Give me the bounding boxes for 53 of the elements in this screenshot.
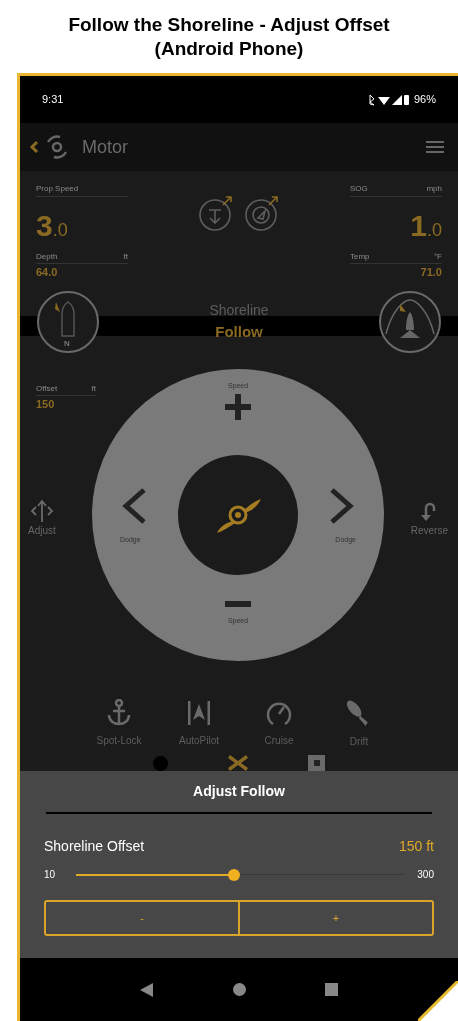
anchor-icon xyxy=(106,699,132,727)
readout-label: Prop Speed xyxy=(36,183,79,195)
stop-icon[interactable] xyxy=(308,755,325,771)
setting-value: 150 ft xyxy=(398,837,434,856)
mode-label[interactable]: AutoPilot xyxy=(179,733,219,748)
readout-value: 71.0 xyxy=(420,265,442,280)
page-title: Follow the Shoreline - Adjust Offset xyxy=(68,12,390,37)
readout-label: SOG xyxy=(350,183,368,195)
mode-label: Shoreline xyxy=(209,301,269,321)
slider-min: 10 xyxy=(44,868,57,882)
readout-value: 3.0 xyxy=(36,208,68,244)
step-button[interactable]: - xyxy=(46,902,238,934)
action-label[interactable]: Reverse xyxy=(410,523,448,538)
readout-unit: mph xyxy=(426,183,442,195)
slider-thumb[interactable] xyxy=(228,868,241,881)
recents-nav-icon[interactable] xyxy=(325,983,339,996)
action-label[interactable]: Adjust xyxy=(28,523,56,538)
split-arrow-icon[interactable] xyxy=(28,499,55,523)
step-button[interactable]: + xyxy=(238,902,432,934)
mode-value: Follow xyxy=(215,322,263,343)
mode-label[interactable]: Spot-Lock xyxy=(96,733,142,748)
right-chevron-icon[interactable] xyxy=(328,487,356,525)
back-icon[interactable] xyxy=(28,140,40,154)
motor-icon xyxy=(44,134,70,160)
navigation-arrow-icon xyxy=(186,699,212,727)
home-nav-icon[interactable] xyxy=(233,983,246,996)
readout-unit: °F xyxy=(433,251,442,263)
mode-label[interactable]: Cruise xyxy=(264,733,294,748)
offset-slider[interactable] xyxy=(76,868,406,881)
mode-label[interactable]: Drift xyxy=(349,734,369,749)
plus-icon[interactable] xyxy=(225,394,251,420)
readout-label: Depth xyxy=(36,251,58,263)
readout-unit: ft xyxy=(91,383,96,395)
page-title: (Android Phone) xyxy=(154,36,304,61)
boat-heading-icon[interactable]: N xyxy=(36,290,100,354)
corner-cut-drawing xyxy=(418,981,458,1021)
readout-unit: ft xyxy=(123,251,128,263)
screen-title: Motor xyxy=(82,135,128,159)
readout-value: 150 xyxy=(36,397,56,412)
left-chevron-icon[interactable] xyxy=(120,487,148,525)
readout-label: Temp xyxy=(350,251,370,263)
back-nav-icon[interactable] xyxy=(139,982,154,997)
readout-value: 1.0 xyxy=(410,208,442,244)
boat-arc-icon[interactable] xyxy=(378,290,442,354)
readout-value: 64.0 xyxy=(36,265,58,280)
sheet-title: Adjust Follow xyxy=(192,782,286,801)
slider-max: 300 xyxy=(417,868,434,882)
readout-label: Offset xyxy=(36,383,58,395)
status-time: 9:31 xyxy=(42,92,64,108)
menu-icon[interactable] xyxy=(426,140,444,154)
setting-label: Shoreline Offset xyxy=(44,837,145,856)
battery-percent: 96% xyxy=(413,92,436,108)
cross-icon[interactable] xyxy=(228,755,248,771)
